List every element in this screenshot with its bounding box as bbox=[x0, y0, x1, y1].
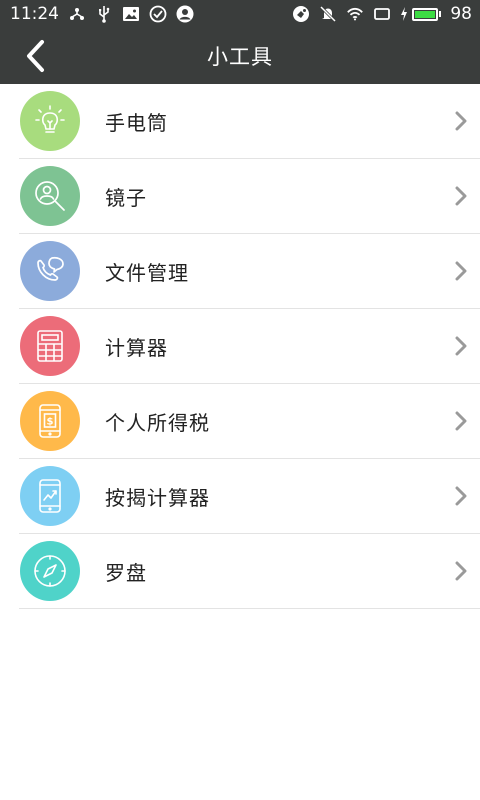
divider bbox=[19, 608, 480, 609]
mirror-search-icon bbox=[35, 181, 65, 211]
chevron-right-icon bbox=[455, 486, 467, 506]
mirror-icon-circle bbox=[20, 166, 80, 226]
tool-list: 手电筒 镜子 文件管理 计算器 $ 个人所得税 按揭计算器 罗盘 bbox=[0, 84, 480, 609]
mute-icon bbox=[319, 5, 337, 23]
item-label: 镜子 bbox=[105, 186, 147, 210]
item-label: 文件管理 bbox=[105, 261, 189, 285]
title-bar: 小工具 bbox=[0, 28, 480, 84]
battery-body bbox=[412, 7, 439, 21]
chevron-right-icon bbox=[455, 411, 467, 431]
usb-icon bbox=[95, 5, 113, 23]
mortgage-calculator-icon-circle bbox=[20, 466, 80, 526]
battery-fill bbox=[415, 10, 435, 18]
income-tax-icon-circle: $ bbox=[20, 391, 80, 451]
compass-icon bbox=[34, 555, 66, 587]
list-item-compass[interactable]: 罗盘 bbox=[0, 534, 480, 609]
list-item-income-tax[interactable]: $ 个人所得税 bbox=[0, 384, 480, 459]
dnd-satellite-icon bbox=[292, 5, 310, 23]
lightbulb-icon bbox=[35, 105, 65, 133]
share-icon bbox=[68, 5, 86, 23]
status-time: 11:24 bbox=[10, 4, 59, 24]
list-item-mirror[interactable]: 镜子 bbox=[0, 159, 480, 234]
item-label: 手电筒 bbox=[105, 111, 168, 135]
battery-cap bbox=[439, 11, 442, 17]
svg-text:$: $ bbox=[47, 417, 54, 428]
check-circle-icon bbox=[149, 5, 167, 23]
item-label: 计算器 bbox=[105, 336, 168, 360]
chevron-right-icon bbox=[455, 261, 467, 281]
screen-icon bbox=[373, 5, 391, 23]
charging-bolt-icon bbox=[401, 7, 408, 21]
list-item-calculator[interactable]: 计算器 bbox=[0, 309, 480, 384]
status-right: 98 bbox=[292, 4, 472, 24]
account-circle-icon bbox=[176, 5, 194, 23]
file-manager-icon-circle bbox=[20, 241, 80, 301]
chevron-right-icon bbox=[455, 186, 467, 206]
list-item-flashlight[interactable]: 手电筒 bbox=[0, 84, 480, 159]
phone-chat-icon bbox=[37, 256, 64, 281]
item-label: 个人所得税 bbox=[105, 411, 210, 435]
calculator-icon bbox=[37, 330, 63, 362]
battery-indicator bbox=[400, 7, 442, 21]
image-icon bbox=[122, 5, 140, 23]
wifi-icon bbox=[346, 5, 364, 23]
tax-phone-icon: $ bbox=[39, 404, 61, 438]
battery-percent: 98 bbox=[450, 4, 472, 24]
list-item-mortgage-calculator[interactable]: 按揭计算器 bbox=[0, 459, 480, 534]
chevron-right-icon bbox=[455, 561, 467, 581]
compass-icon-circle bbox=[20, 541, 80, 601]
chevron-right-icon bbox=[455, 111, 467, 131]
page-title: 小工具 bbox=[207, 45, 273, 69]
calculator-icon-circle bbox=[20, 316, 80, 376]
mortgage-phone-icon bbox=[39, 479, 61, 513]
item-label: 按揭计算器 bbox=[105, 486, 210, 510]
item-label: 罗盘 bbox=[105, 561, 147, 585]
chevron-right-icon bbox=[455, 336, 467, 356]
flashlight-icon-circle bbox=[20, 91, 80, 151]
list-item-file-manager[interactable]: 文件管理 bbox=[0, 234, 480, 309]
status-left: 11:24 bbox=[10, 4, 194, 24]
status-bar: 11:24 98 bbox=[0, 0, 480, 28]
